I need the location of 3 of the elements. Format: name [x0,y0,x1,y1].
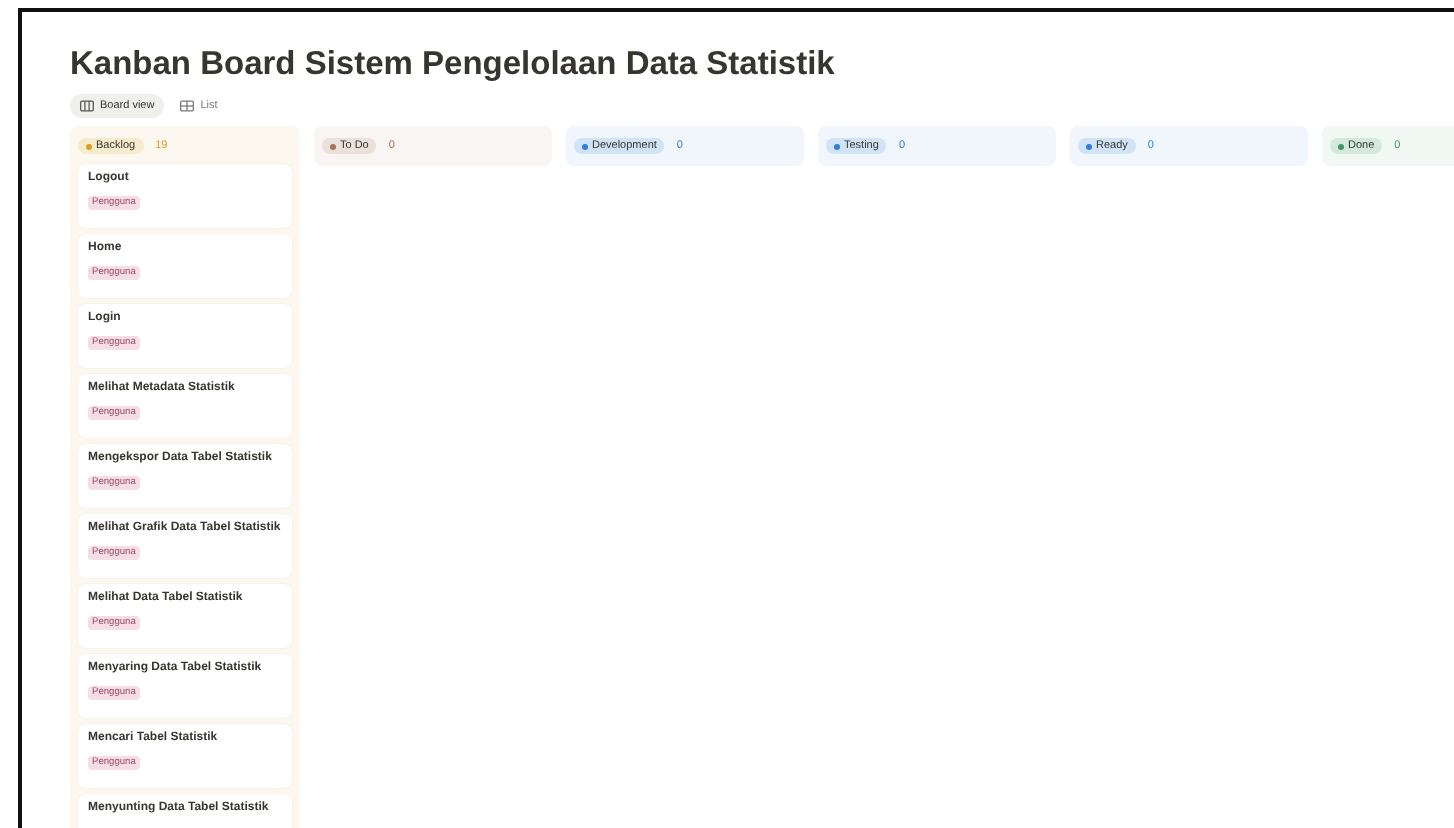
board-icon [80,100,94,112]
page-title: Kanban Board Sistem Pengelolaan Data Statistik [70,46,837,84]
table-icon [180,100,195,112]
